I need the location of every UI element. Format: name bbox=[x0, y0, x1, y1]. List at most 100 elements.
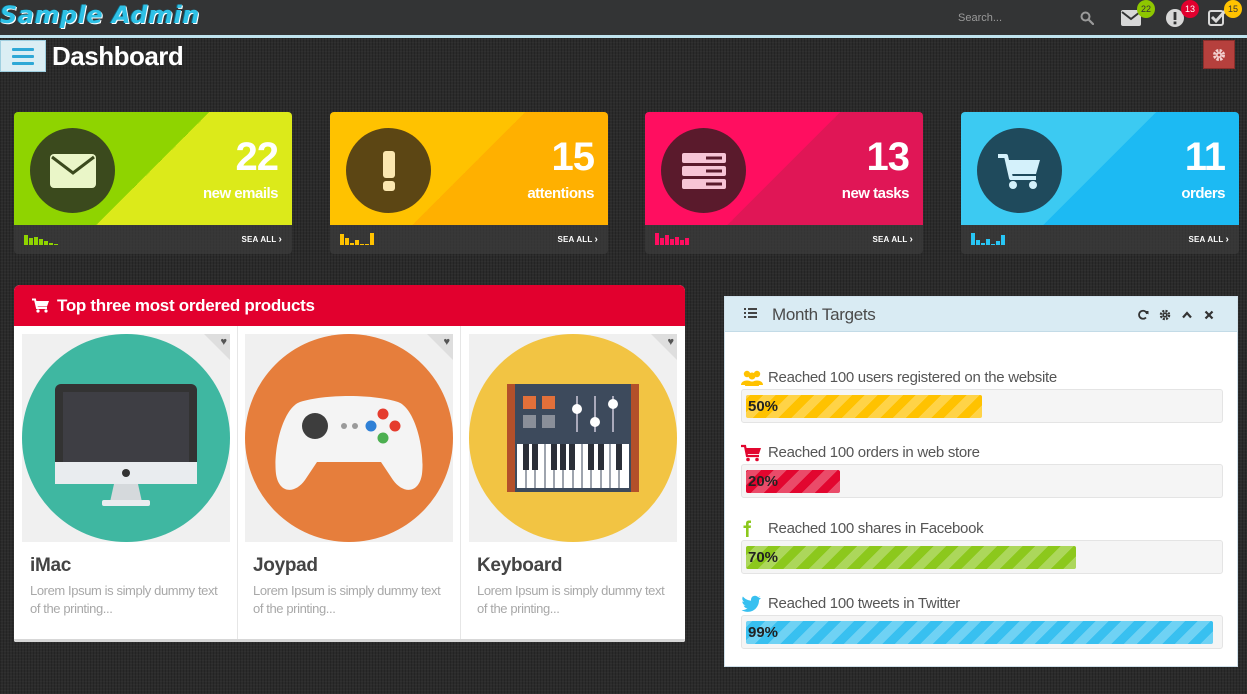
progress-bar: 50% bbox=[741, 389, 1223, 423]
sparkline-bar bbox=[981, 243, 985, 245]
tile-icon-circle bbox=[30, 128, 115, 213]
month-targets-panel: Month Targets Reached 100 users register… bbox=[724, 296, 1238, 667]
sparkline-bar bbox=[34, 237, 38, 245]
see-all-link[interactable]: SEA ALL › bbox=[241, 234, 282, 245]
messages-button[interactable]: 22 bbox=[1121, 0, 1155, 28]
progress-bar: 99% bbox=[741, 615, 1223, 649]
envelope-icon bbox=[49, 153, 96, 188]
sparkline-bar bbox=[350, 243, 354, 245]
progress-fill bbox=[746, 395, 982, 418]
tile-count: 22 bbox=[235, 135, 279, 179]
stat-tile-attentions[interactable]: 15 attentions SEA ALL › bbox=[330, 112, 608, 254]
sparkline bbox=[340, 232, 374, 245]
tasks-badge: 15 bbox=[1224, 0, 1242, 18]
heart-icon[interactable]: ♥ bbox=[220, 336, 227, 348]
product-card-imac[interactable]: ♥ iMac Lorem Ipsum is simply dummy text … bbox=[14, 326, 238, 642]
progress-fill bbox=[746, 621, 1213, 644]
sparkline bbox=[24, 232, 58, 245]
sparkline-bar bbox=[1001, 235, 1005, 245]
sparkline-bar bbox=[345, 238, 349, 245]
alerts-badge: 13 bbox=[1181, 0, 1199, 18]
top-navbar: Sample Admin 22 13 15 bbox=[0, 0, 1247, 38]
stat-tile-tasks[interactable]: 13 new tasks SEA ALL › bbox=[645, 112, 923, 254]
product-name[interactable]: Keyboard bbox=[477, 555, 563, 577]
tile-label: new tasks bbox=[841, 185, 910, 202]
tile-label: orders bbox=[1181, 185, 1225, 202]
products-panel-header: Top three most ordered products bbox=[14, 285, 685, 326]
server-icon bbox=[681, 152, 726, 189]
search-input[interactable] bbox=[950, 6, 1080, 30]
chevron-right-icon: › bbox=[278, 234, 282, 245]
facebook-icon bbox=[743, 520, 751, 537]
sparkline-bar bbox=[991, 244, 995, 245]
progress-percent: 20% bbox=[748, 473, 779, 490]
target-label: Reached 100 shares in Facebook bbox=[768, 520, 984, 537]
sidebar-toggle-button[interactable] bbox=[0, 40, 46, 72]
sparkline-bar bbox=[685, 238, 689, 245]
stat-tile-emails[interactable]: 22 new emails SEA ALL › bbox=[14, 112, 292, 254]
see-all-link[interactable]: SEA ALL › bbox=[1188, 234, 1229, 245]
top-products-panel: Top three most ordered products ♥ iMac L… bbox=[14, 285, 685, 642]
brand-logo[interactable]: Sample Admin bbox=[0, 0, 200, 30]
refresh-icon[interactable] bbox=[1137, 309, 1149, 321]
close-icon[interactable] bbox=[1203, 309, 1215, 321]
alerts-button[interactable]: 13 bbox=[1165, 0, 1199, 28]
piano-keyboard-icon bbox=[469, 334, 677, 542]
gear-icon bbox=[1213, 48, 1225, 61]
messages-badge: 22 bbox=[1137, 0, 1155, 18]
heart-icon[interactable]: ♥ bbox=[667, 336, 674, 348]
sparkline-bar bbox=[24, 235, 28, 245]
product-name[interactable]: iMac bbox=[30, 555, 71, 577]
product-description: Lorem Ipsum is simply dummy text of the … bbox=[253, 583, 441, 616]
product-name[interactable]: Joypad bbox=[253, 555, 318, 577]
product-image: ♥ bbox=[469, 334, 677, 542]
tasks-button[interactable]: 15 bbox=[1208, 0, 1242, 28]
product-card-joypad[interactable]: ♥ Joypad Lorem Ipsum is simply dummy tex… bbox=[237, 326, 461, 642]
product-description: Lorem Ipsum is simply dummy text of the … bbox=[30, 583, 218, 616]
hamburger-icon-line bbox=[12, 61, 34, 65]
product-image: ♥ bbox=[245, 334, 453, 542]
see-all-link[interactable]: SEA ALL › bbox=[557, 234, 598, 245]
exclamation-icon bbox=[382, 150, 395, 191]
tile-icon-circle bbox=[346, 128, 431, 213]
sparkline bbox=[971, 232, 1005, 245]
tile-footer: SEA ALL › bbox=[645, 225, 923, 254]
hamburger-icon-line bbox=[12, 47, 34, 51]
cart-icon bbox=[741, 444, 761, 462]
target-label: Reached 100 users registered on the webs… bbox=[768, 369, 1057, 386]
targets-panel-header: Month Targets bbox=[725, 297, 1237, 332]
sparkline-bar bbox=[660, 238, 664, 245]
see-all-link[interactable]: SEA ALL › bbox=[872, 234, 913, 245]
sparkline-bar bbox=[996, 241, 1000, 245]
panel-footer-border bbox=[14, 639, 685, 642]
sparkline-bar bbox=[986, 239, 990, 245]
progress-percent: 50% bbox=[748, 398, 779, 415]
product-image: ♥ bbox=[22, 334, 230, 542]
sparkline-bar bbox=[360, 244, 364, 245]
settings-button[interactable] bbox=[1203, 40, 1235, 69]
sparkline-bar bbox=[675, 237, 679, 245]
gamepad-icon bbox=[245, 334, 453, 542]
progress-percent: 70% bbox=[748, 549, 779, 566]
tile-icon-circle bbox=[661, 128, 746, 213]
gear-icon[interactable] bbox=[1159, 309, 1171, 321]
progress-percent: 99% bbox=[748, 624, 779, 641]
product-card-keyboard[interactable]: ♥ Keyboard Lorem Ipsum is simply dummy t… bbox=[461, 326, 685, 642]
tile-footer: SEA ALL › bbox=[14, 225, 292, 254]
sparkline-bar bbox=[340, 234, 344, 245]
sparkline-bar bbox=[971, 233, 975, 245]
tile-count: 13 bbox=[866, 135, 910, 179]
sparkline-bar bbox=[670, 239, 674, 245]
targets-panel-title: Month Targets bbox=[772, 305, 876, 324]
chevron-up-icon[interactable] bbox=[1181, 309, 1193, 321]
search-icon[interactable] bbox=[1080, 11, 1094, 25]
hamburger-icon-line bbox=[12, 54, 34, 58]
tile-label: attentions bbox=[527, 185, 594, 202]
target-label: Reached 100 tweets in Twitter bbox=[768, 595, 960, 612]
sparkline-bar bbox=[680, 240, 684, 245]
progress-bar: 20% bbox=[741, 464, 1223, 498]
users-icon bbox=[741, 370, 763, 386]
monitor-icon bbox=[22, 334, 230, 542]
heart-icon[interactable]: ♥ bbox=[443, 336, 450, 348]
stat-tile-orders[interactable]: 11 orders SEA ALL › bbox=[961, 112, 1239, 254]
